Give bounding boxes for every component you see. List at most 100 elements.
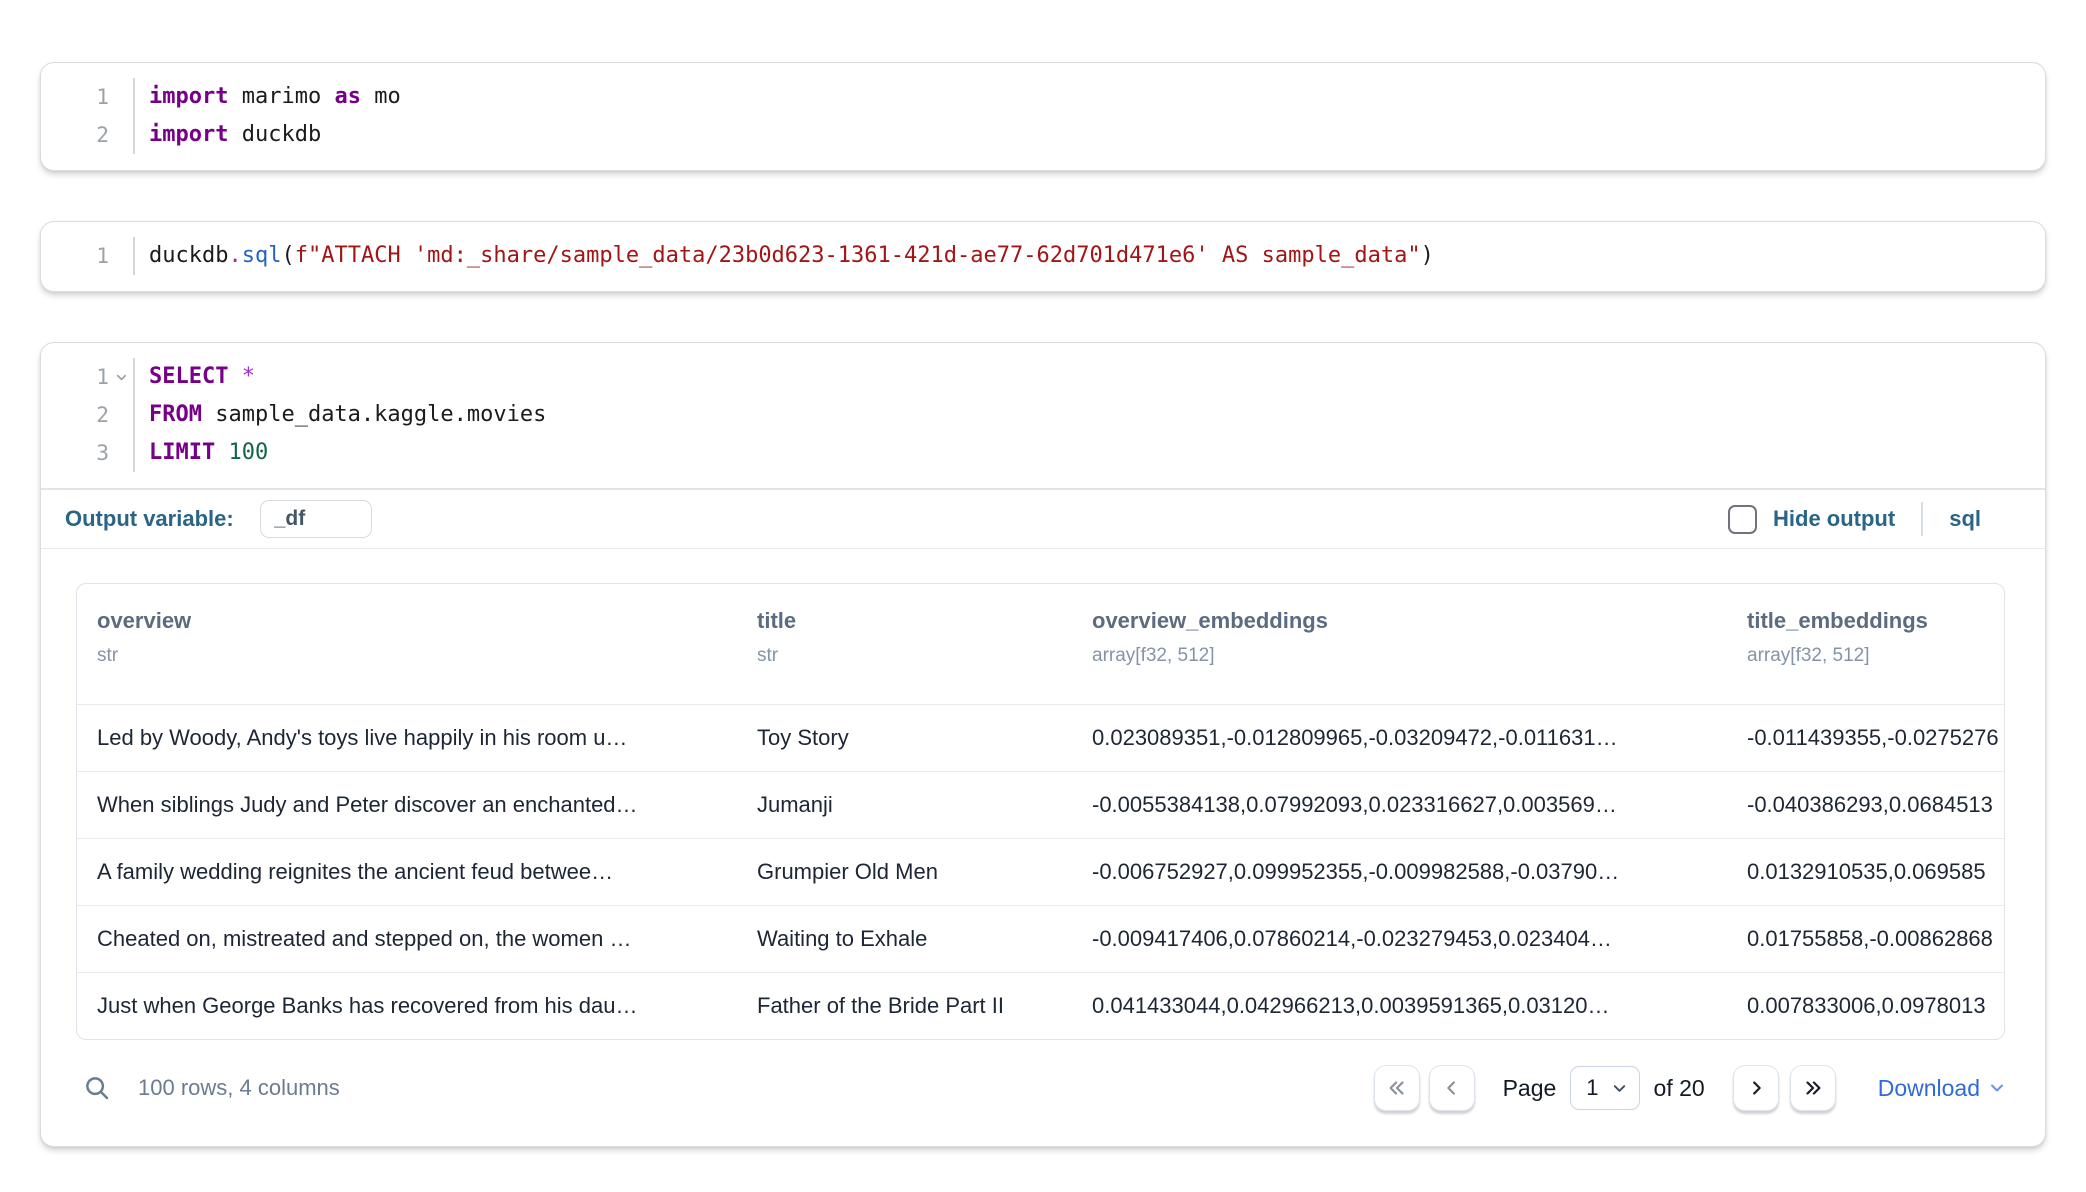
chevron-down-icon — [1612, 1081, 1627, 1096]
code-line[interactable]: import duckdb — [149, 116, 2045, 154]
column-dtype: str — [97, 644, 737, 668]
code-line[interactable]: import marimo as mo — [149, 78, 2045, 116]
code-cell-attach: 1 duckdb.sql(f"ATTACH 'md:_share/sample_… — [40, 221, 2046, 292]
last-page-button[interactable] — [1790, 1065, 1836, 1111]
code-line[interactable]: duckdb.sql(f"ATTACH 'md:_share/sample_da… — [149, 237, 2045, 275]
table-body: Led by Woody, Andy's toys live happily i… — [77, 704, 2004, 1039]
column-dtype: array[f32, 512] — [1092, 644, 1727, 668]
table-cell: Father of the Bride Part II — [737, 993, 1072, 1019]
previous-page-button[interactable] — [1429, 1065, 1475, 1111]
table-cell: 0.007833006,0.0978013 — [1727, 993, 2004, 1019]
code-line[interactable]: LIMIT 100 — [149, 434, 2045, 472]
column-dtype: str — [757, 644, 1072, 668]
page-label: Page — [1503, 1075, 1557, 1102]
column-header-overview[interactable]: overview str — [77, 606, 737, 668]
line-number: 2 — [96, 403, 109, 427]
code-content[interactable]: duckdb.sql(f"ATTACH 'md:_share/sample_da… — [135, 237, 2045, 275]
fold-slot — [109, 434, 133, 472]
code-editor[interactable]: 1 2 3 SELECT *FROM sample_data.kaggle.movi… — [41, 343, 2045, 488]
code-cell-imports: 12 import marimo as moimport duckdb — [40, 62, 2046, 171]
hide-output-label: Hide output — [1773, 506, 1895, 532]
code-editor[interactable]: 12 import marimo as moimport duckdb — [41, 63, 2045, 170]
first-page-button[interactable] — [1374, 1065, 1420, 1111]
chevrons-right-icon — [1802, 1077, 1824, 1099]
table-row: Cheated on, mistreated and stepped on, t… — [77, 905, 2004, 972]
fold-chevron-icon[interactable] — [109, 358, 133, 396]
table-cell: Waiting to Exhale — [737, 926, 1072, 952]
column-dtype: array[f32, 512] — [1747, 644, 2004, 668]
row-count-summary: 100 rows, 4 columns — [138, 1075, 340, 1101]
line-number: 1 — [96, 244, 109, 268]
language-button[interactable]: sql — [1949, 506, 1981, 532]
gutter-line: 2 — [41, 396, 133, 434]
table-footer: 100 rows, 4 columns Page — [76, 1056, 2005, 1120]
page-select[interactable]: 1 — [1570, 1066, 1639, 1110]
table-cell: A family wedding reignites the ancient f… — [77, 859, 737, 885]
table-cell: Just when George Banks has recovered fro… — [77, 993, 737, 1019]
table-row: When siblings Judy and Peter discover an… — [77, 771, 2004, 838]
table-header-row: overview str title str overview_embeddingsar… — [77, 584, 2004, 704]
table-cell: Led by Woody, Andy's toys live happily i… — [77, 725, 737, 751]
notebook: 12 import marimo as moimport duckdb 1 du… — [0, 0, 2086, 1147]
column-header-overview_embeddings[interactable]: overview_embeddings array[f32, 512] — [1072, 606, 1727, 668]
column-name: overview_embeddings — [1092, 606, 1727, 636]
output-variable-label: Output variable: — [65, 506, 234, 532]
code-editor[interactable]: 1 duckdb.sql(f"ATTACH 'md:_share/sample_… — [41, 222, 2045, 291]
column-name: title_embeddings — [1747, 606, 2004, 636]
code-content[interactable]: SELECT *FROM sample_data.kaggle.moviesLI… — [135, 358, 2045, 472]
gutter-line: 1 — [41, 358, 133, 396]
fold-slot — [109, 396, 133, 434]
table-cell: -0.040386293,0.0684513 — [1727, 792, 2004, 818]
code-content[interactable]: import marimo as moimport duckdb — [135, 78, 2045, 154]
fold-slot — [109, 116, 133, 154]
chevrons-left-icon — [1386, 1077, 1408, 1099]
cell-footer-bar: Output variable: Hide output sql — [41, 488, 2045, 549]
column-header-title_embeddings[interactable]: title_embeddings array[f32, 512] — [1727, 606, 2004, 668]
code-line[interactable]: SELECT * — [149, 358, 2045, 396]
download-label: Download — [1878, 1075, 1980, 1102]
hide-output-checkbox[interactable] — [1728, 505, 1757, 534]
table-cell: -0.009417406,0.07860214,-0.023279453,0.0… — [1072, 926, 1727, 952]
table-cell: Grumpier Old Men — [737, 859, 1072, 885]
column-header-title[interactable]: title str — [737, 606, 1072, 668]
gutter-line: 1 — [41, 78, 133, 116]
code-cell-query: 1 2 3 SELECT *FROM sample_data.kaggle.movi… — [40, 342, 2046, 1147]
line-number: 2 — [96, 123, 109, 147]
download-button[interactable]: Download — [1878, 1075, 2005, 1102]
table-cell: -0.006752927,0.099952355,-0.009982588,-0… — [1072, 859, 1727, 885]
gutter-line: 2 — [41, 116, 133, 154]
column-name: title — [757, 606, 1072, 636]
next-page-button[interactable] — [1733, 1065, 1779, 1111]
table-cell: 0.0132910535,0.069585 — [1727, 859, 2004, 885]
line-number: 1 — [96, 85, 109, 109]
line-number-gutter: 1 2 3 — [41, 358, 135, 472]
line-number: 3 — [96, 441, 109, 465]
line-number-gutter: 1 — [41, 237, 135, 275]
gutter-line: 3 — [41, 434, 133, 472]
table-row: Led by Woody, Andy's toys live happily i… — [77, 704, 2004, 771]
table-row: Just when George Banks has recovered fro… — [77, 972, 2004, 1039]
page-select-value: 1 — [1586, 1075, 1598, 1101]
table-cell: -0.011439355,-0.0275276 — [1727, 725, 2004, 751]
table-cell: Toy Story — [737, 725, 1072, 751]
chevron-right-icon — [1745, 1077, 1767, 1099]
table-cell: Cheated on, mistreated and stepped on, t… — [77, 926, 737, 952]
table-row: A family wedding reignites the ancient f… — [77, 838, 2004, 905]
gutter-line: 1 — [41, 237, 133, 275]
vertical-divider — [1921, 502, 1923, 536]
table-cell: 0.01755858,-0.00862868 — [1727, 926, 2004, 952]
table-cell: When siblings Judy and Peter discover an… — [77, 792, 737, 818]
line-number: 1 — [96, 365, 109, 389]
cell-output: overview str title str overview_embeddingsar… — [41, 549, 2045, 1146]
page-total-label: of 20 — [1654, 1075, 1705, 1102]
table-cell: -0.0055384138,0.07992093,0.023316627,0.0… — [1072, 792, 1727, 818]
table-cell: Jumanji — [737, 792, 1072, 818]
fold-slot — [109, 237, 133, 275]
chevron-down-icon — [1989, 1080, 2005, 1096]
column-name: overview — [97, 606, 737, 636]
output-variable-input[interactable] — [260, 500, 372, 538]
search-icon[interactable] — [82, 1073, 112, 1103]
table-cell: 0.041433044,0.042966213,0.0039591365,0.0… — [1072, 993, 1727, 1019]
line-number-gutter: 12 — [41, 78, 135, 154]
code-line[interactable]: FROM sample_data.kaggle.movies — [149, 396, 2045, 434]
